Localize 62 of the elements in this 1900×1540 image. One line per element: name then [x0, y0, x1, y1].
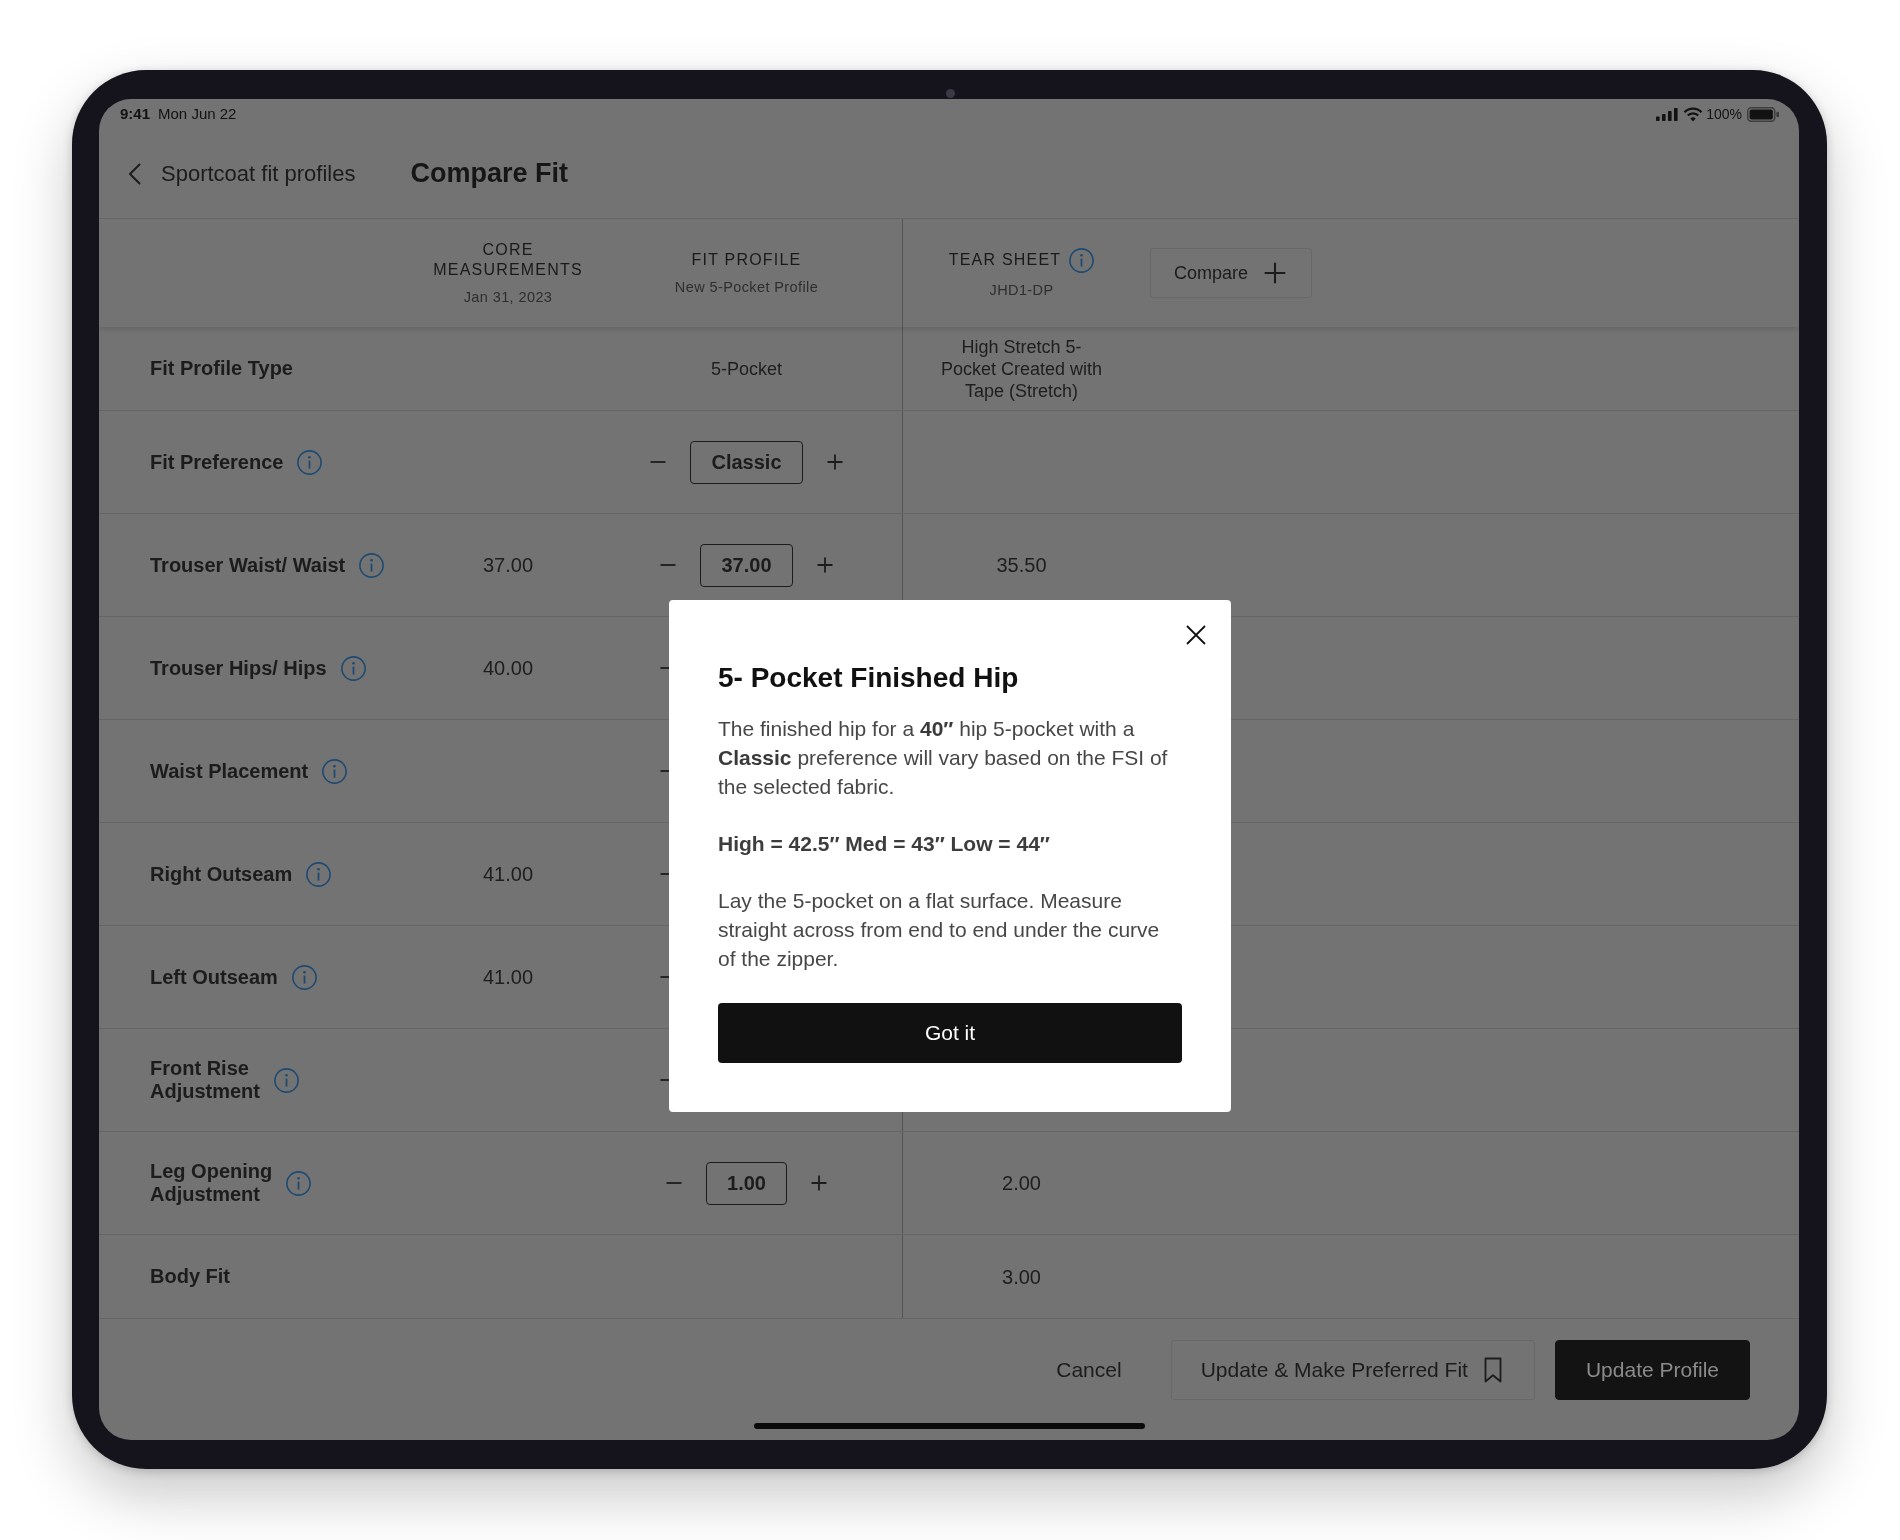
- plus-icon[interactable]: [826, 454, 843, 470]
- status-date: Mon Jun 22: [158, 103, 237, 124]
- info-icon[interactable]: [340, 655, 366, 681]
- tear-sheet-value: 35.50: [996, 553, 1047, 578]
- tear-sheet-value: 3.00: [1002, 1264, 1041, 1290]
- signal-icon: [1656, 107, 1679, 121]
- column-title: FIT PROFILE: [691, 250, 802, 270]
- core-measurement-value: 37.00: [482, 553, 534, 578]
- row-label: Fit Preference: [150, 450, 284, 474]
- bookmark-icon[interactable]: [1483, 1357, 1502, 1383]
- status-time: 9:41: [120, 103, 151, 124]
- modal-paragraph: Lay the 5-pocket on a flat surface. Measure straight across from end to end under the curve of the zipper.: [718, 888, 1161, 972]
- info-icon[interactable]: [1069, 247, 1095, 273]
- stepper-value: 1.00: [706, 1161, 787, 1205]
- info-icon[interactable]: [322, 758, 348, 784]
- modal-paragraph: The finished hip for a 40″ hip 5-pocket with a Classic preference will vary based on the FSI of the selected fabric.: [718, 716, 1169, 800]
- stepper-value: Classic: [690, 440, 803, 484]
- compare-button[interactable]: Compare: [1150, 248, 1313, 298]
- column-subtitle: JHD1-DP: [989, 280, 1054, 299]
- row-label: Right Outseam: [150, 862, 293, 886]
- tear-sheet-value: High Stretch 5-Pocket Created with Tape (Stretch): [939, 335, 1104, 402]
- battery-icon: [1747, 106, 1779, 122]
- row-label: Waist Placement: [150, 759, 309, 783]
- page-title: Compare Fit: [410, 157, 568, 190]
- row-label: Leg Opening Adjustment: [150, 1160, 273, 1206]
- info-icon[interactable]: [359, 552, 385, 578]
- close-icon[interactable]: [1186, 625, 1206, 645]
- row-label: Body Fit: [150, 1265, 230, 1288]
- row-label: Trouser Hips/ Hips: [150, 656, 327, 680]
- row-label: Trouser Waist/ Waist: [150, 553, 346, 577]
- wifi-icon: [1683, 106, 1704, 122]
- row-label: Left Outseam: [150, 965, 278, 989]
- core-measurement-value: 41.00: [482, 862, 534, 887]
- modal-paragraph: High = 42.5″ Med = 43″ Low = 44″: [718, 831, 1051, 857]
- info-icon[interactable]: [297, 449, 323, 475]
- column-subtitle: Jan 31, 2023: [463, 288, 553, 306]
- info-icon[interactable]: [306, 861, 332, 887]
- column-title: CORE MEASUREMENTS: [432, 240, 584, 280]
- battery-percent: 100%: [1706, 104, 1742, 124]
- camera-icon: [946, 89, 955, 99]
- core-measurement-value: 40.00: [482, 656, 534, 681]
- update-profile-button[interactable]: Update Profile: [1554, 1340, 1750, 1400]
- info-icon[interactable]: [286, 1170, 312, 1196]
- modal-title: 5- Pocket Finished Hip: [718, 661, 1020, 695]
- got-it-button[interactable]: Got it: [718, 1003, 1182, 1063]
- back-icon[interactable]: [128, 162, 141, 185]
- cancel-button[interactable]: Cancel: [1042, 1340, 1136, 1400]
- column-subtitle: New 5-Pocket Profile: [674, 278, 819, 296]
- preferred-fit-button[interactable]: Update & Make Preferred Fit: [1170, 1340, 1535, 1400]
- plus-icon[interactable]: [816, 557, 833, 573]
- column-title: TEAR SHEET: [948, 250, 1062, 270]
- tear-sheet-value: 2.00: [1002, 1171, 1041, 1196]
- info-icon[interactable]: [274, 1067, 299, 1093]
- back-link[interactable]: Sportcoat fit profiles: [161, 157, 356, 190]
- plus-icon[interactable]: [810, 1175, 827, 1191]
- fit-profile-value: 5-Pocket: [710, 357, 782, 380]
- core-measurement-value: 41.00: [482, 965, 534, 990]
- plus-icon[interactable]: [1264, 262, 1287, 284]
- stepper-value: 37.00: [700, 543, 793, 587]
- row-label: Fit Profile Type: [150, 357, 293, 380]
- info-icon[interactable]: [291, 964, 317, 990]
- row-label: Front Rise Adjustment: [150, 1057, 260, 1103]
